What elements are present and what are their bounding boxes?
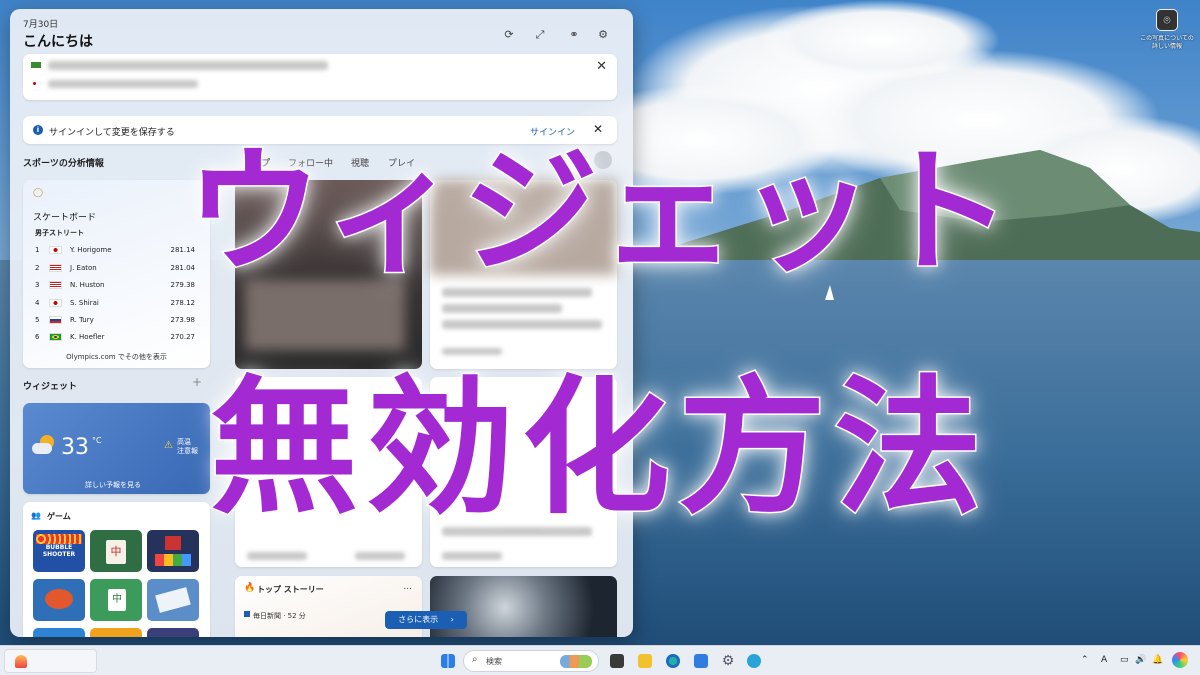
game-tile-7[interactable] (33, 628, 85, 637)
panel-greeting: こんにちは (23, 34, 93, 50)
weather-icon (15, 655, 27, 668)
game-tile-fish[interactable] (33, 579, 85, 621)
stock-icon (31, 62, 41, 68)
brazil-flag-icon (49, 333, 62, 341)
taskbar: ⌕ 検索 ⚙ ⌃ A ▭ 🔊 🔔 (0, 645, 1200, 675)
search-input[interactable]: ⌕ 検索 (463, 650, 599, 672)
expand-icon[interactable]: ⤢ (532, 27, 548, 43)
story-source: 毎日新聞 · 52 分 (253, 612, 306, 620)
overlay-title-line2: 無効化方法 (209, 361, 990, 536)
chevron-right-icon: › (450, 615, 454, 624)
wallpaper-info-text[interactable]: ⌾ この写真についての 詳しい情報 (1133, 9, 1200, 51)
edge-icon[interactable] (666, 654, 680, 668)
ranking-row: 4 S. Shirai 278.12 (35, 299, 195, 307)
blurred-text (48, 61, 328, 70)
windows-start-icon[interactable] (441, 654, 455, 668)
fire-icon: 🔥 (244, 583, 256, 593)
publisher-icon (244, 611, 250, 617)
widgets-button[interactable] (4, 649, 97, 673)
network-icon[interactable]: ▭ (1120, 655, 1129, 665)
store-icon[interactable] (694, 654, 708, 668)
game-tile-solitaire[interactable] (147, 579, 199, 621)
notification-bell-icon[interactable]: 🔔 (1152, 655, 1163, 665)
settings-icon[interactable]: ⚙ (720, 654, 736, 668)
widgets-panel: 7月30日 こんにちは ⟳ ⤢ ⚭ ⚙ ✕ i サインインして変更を保存する サ… (10, 9, 633, 637)
overlay-title-line1: ウィジェット (185, 133, 1014, 294)
file-explorer-icon[interactable] (638, 654, 652, 668)
copilot-icon[interactable] (1172, 652, 1188, 668)
link-icon[interactable]: ⚭ (566, 27, 582, 43)
gear-icon[interactable]: ⚙ (595, 27, 611, 43)
task-view-icon[interactable] (610, 654, 624, 668)
blurred-text (48, 80, 198, 88)
camera-icon[interactable]: ⌾ (1156, 9, 1178, 31)
japan-flag-icon (49, 299, 62, 307)
ranking-row: 5 R. Tury 273.98 (35, 316, 195, 324)
volume-icon[interactable]: 🔊 (1135, 655, 1146, 665)
ime-indicator[interactable]: A (1101, 655, 1107, 665)
game-tile-9[interactable] (147, 628, 199, 637)
refresh-icon[interactable]: ⟳ (501, 27, 517, 43)
close-icon[interactable]: ✕ (596, 59, 607, 74)
ranking-row: 6 K. Hoefler 270.27 (35, 333, 195, 341)
top-stories-title: トップ ストーリー (257, 585, 324, 594)
search-icon: ⌕ (472, 654, 478, 665)
slovakia-flag-icon (49, 316, 62, 324)
panel-date: 7月30日 (23, 20, 59, 30)
chevron-up-icon[interactable]: ⌃ (1081, 655, 1089, 665)
show-more-button[interactable]: さらに表示 › (385, 611, 467, 629)
more-options-icon[interactable]: ... (403, 582, 412, 592)
game-tile-mahjong-solitaire[interactable]: 中 (90, 579, 142, 621)
notification-card[interactable]: ✕ (23, 54, 617, 100)
app-icon[interactable] (747, 654, 761, 668)
search-highlight-icon (560, 655, 592, 668)
game-tile-8[interactable] (90, 628, 142, 637)
bullet-icon (33, 82, 36, 85)
